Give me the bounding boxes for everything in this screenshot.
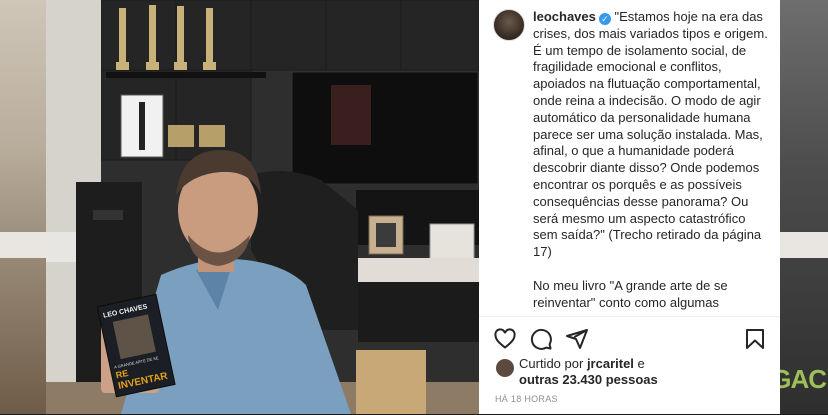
backdrop-right: GAC	[771, 0, 828, 414]
post-caption: leochaves ✓ "Estamos hoje na era das cris…	[533, 9, 769, 311]
verified-badge-icon: ✓	[598, 13, 611, 25]
caption-area[interactable]: leochaves ✓ "Estamos hoje na era das cris…	[479, 0, 780, 316]
liked-by-joiner: e	[637, 356, 645, 371]
backdrop-strip	[0, 232, 46, 258]
bookmark-icon[interactable]	[743, 327, 767, 351]
post-image: LEO CHAVES A GRANDE ARTE DE SE RE INVENT…	[46, 0, 479, 414]
liked-by-summary[interactable]: Curtido por jrcaritel e outras 23.430 pe…	[495, 356, 658, 388]
author-username[interactable]: leochaves	[533, 9, 596, 24]
author-avatar[interactable]	[493, 9, 525, 41]
backdrop-left	[0, 0, 46, 414]
comment-icon[interactable]	[529, 327, 553, 351]
liker-avatar	[495, 358, 515, 378]
liked-by-prefix: Curtido por	[519, 356, 584, 371]
post-modal: LEO CHAVES A GRANDE ARTE DE SE RE INVENT…	[46, 0, 780, 414]
liked-by-others[interactable]: outras 23.430 pessoas	[519, 372, 658, 388]
liked-by-user[interactable]: jrcaritel	[587, 356, 634, 371]
post-photo[interactable]: LEO CHAVES A GRANDE ARTE DE SE RE INVENT…	[46, 0, 479, 414]
share-icon[interactable]	[565, 327, 589, 351]
caption-text: "Estamos hoje na era das crises, dos mai…	[533, 9, 768, 310]
post-side-panel: leochaves ✓ "Estamos hoje na era das cris…	[479, 0, 780, 414]
post-timestamp[interactable]: HÁ 18 HORAS	[495, 394, 558, 404]
backdrop-strip	[780, 232, 828, 258]
heart-icon[interactable]	[493, 327, 517, 351]
